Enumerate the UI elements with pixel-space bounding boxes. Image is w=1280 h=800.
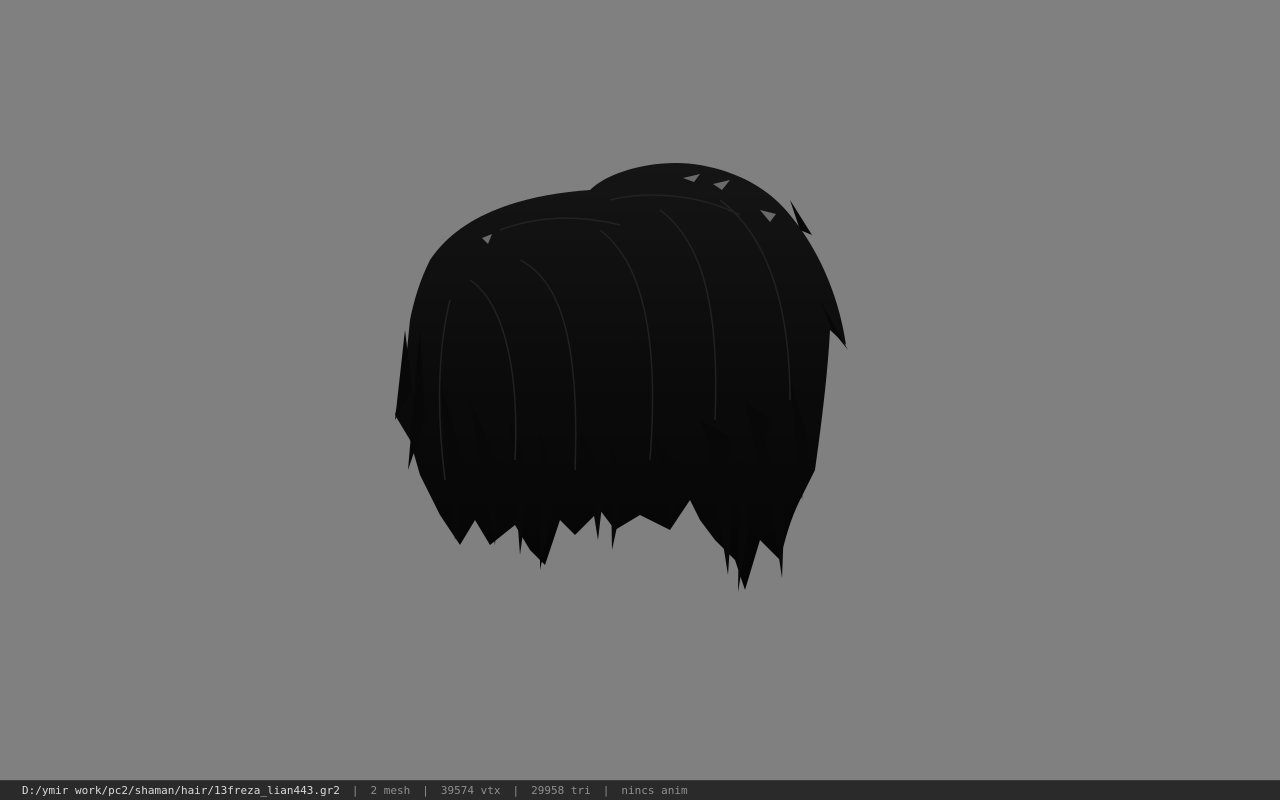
hair-model-render [395, 162, 848, 592]
animation-status: nincs anim [621, 784, 688, 797]
separator: | [602, 784, 610, 797]
separator: | [351, 784, 359, 797]
separator: | [512, 784, 520, 797]
mesh-count: 2 mesh [370, 784, 411, 797]
file-path: D:/ymir work/pc2/shaman/hair/13freza_lia… [22, 784, 340, 797]
3d-viewport[interactable] [0, 0, 1280, 780]
separator: | [422, 784, 429, 797]
vertex-count: 39574 vtx [440, 784, 501, 797]
status-bar: D:/ymir work/pc2/shaman/hair/13freza_lia… [0, 780, 1280, 800]
triangle-count: 29958 tri [531, 784, 591, 797]
